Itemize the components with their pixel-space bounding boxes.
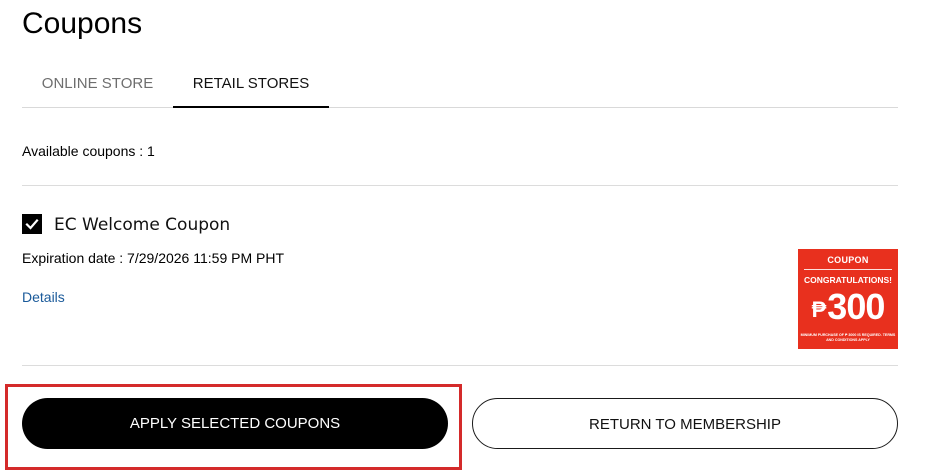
tab-online-store[interactable]: ONLINE STORE (22, 62, 173, 106)
coupon-checkbox[interactable] (22, 214, 42, 234)
coupon-expiration-date: Expiration date : 7/29/2026 11:59 PM PHT (22, 250, 285, 266)
coupon-image-value: 300 (827, 286, 885, 327)
coupon-image-fine-print: MINIMUM PURCHASE OF ₱ 3000 IS REQUIRED. … (800, 333, 896, 342)
page-title: Coupons (22, 7, 143, 40)
checkmark-icon (25, 218, 39, 230)
coupon-image-amount: ₱300 (798, 287, 898, 330)
divider (22, 185, 898, 186)
coupon-name: EC Welcome Coupon (54, 215, 231, 235)
coupon-tabs: ONLINE STORE RETAIL STORES (22, 62, 898, 108)
coupon-image-rule (804, 269, 892, 270)
divider (22, 365, 898, 366)
return-to-membership-button[interactable]: RETURN TO MEMBERSHIP (472, 398, 898, 449)
peso-sign: ₱ (811, 297, 827, 322)
coupon-image-header: COUPON (827, 255, 869, 265)
apply-selected-coupons-button[interactable]: APPLY SELECTED COUPONS (22, 398, 448, 449)
coupon-image: COUPON CONGRATULATIONS! ₱300 MINIMUM PUR… (798, 249, 898, 349)
coupon-image-congrats: CONGRATULATIONS! (804, 275, 892, 285)
tab-retail-stores[interactable]: RETAIL STORES (173, 62, 329, 108)
available-coupons-count: Available coupons : 1 (22, 143, 155, 159)
coupon-details-link[interactable]: Details (22, 289, 65, 306)
